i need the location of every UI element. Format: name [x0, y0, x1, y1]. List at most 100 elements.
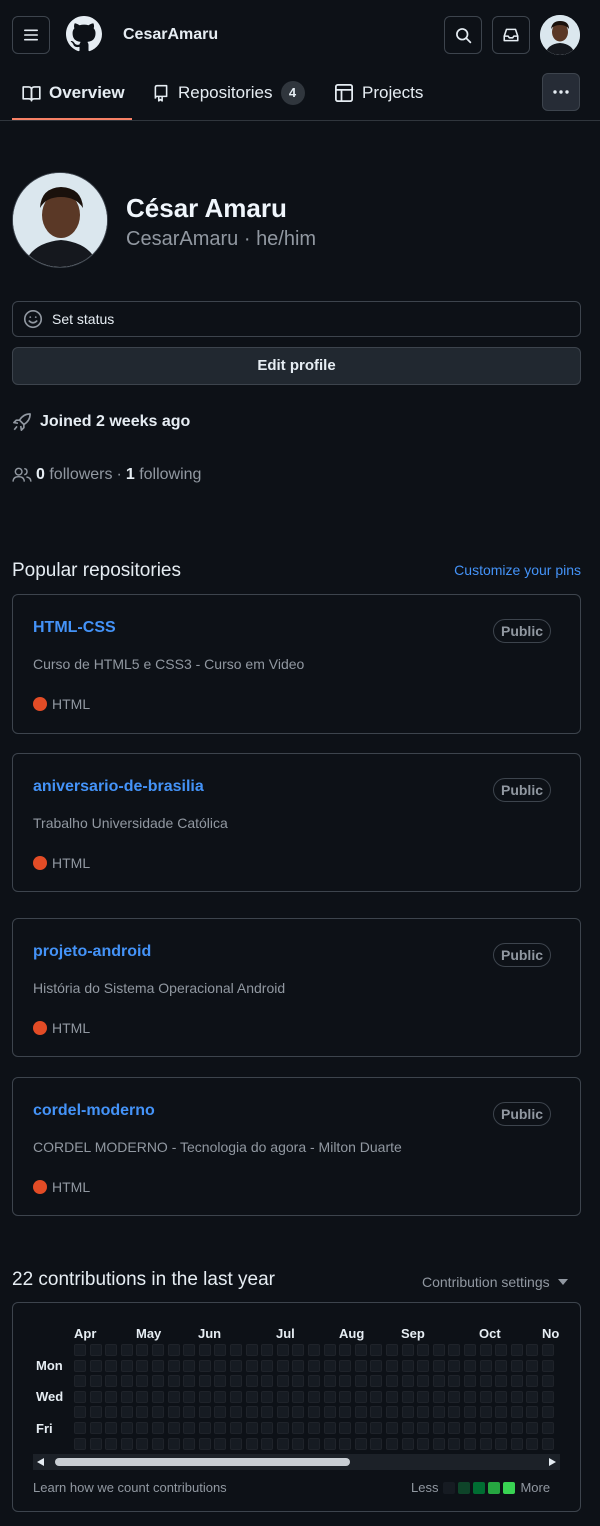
- contribution-day-cell[interactable]: [120, 1422, 133, 1434]
- contribution-day-cell[interactable]: [74, 1422, 86, 1434]
- contribution-day-cell[interactable]: [261, 1359, 274, 1372]
- contribution-day-cell[interactable]: [167, 1344, 180, 1356]
- contribution-day-cell[interactable]: [542, 1375, 554, 1388]
- contribution-day-cell[interactable]: [386, 1406, 398, 1419]
- following-link[interactable]: 1 following: [126, 466, 202, 484]
- contribution-day-cell[interactable]: [120, 1344, 133, 1356]
- contribution-day-cell[interactable]: [214, 1359, 227, 1372]
- contribution-day-cell[interactable]: [526, 1406, 539, 1419]
- contribution-day-cell[interactable]: [74, 1437, 86, 1450]
- contribution-day-cell[interactable]: [167, 1375, 180, 1388]
- contribution-day-cell[interactable]: [464, 1375, 476, 1388]
- repo-name-link[interactable]: cordel-moderno: [33, 1102, 155, 1120]
- contribution-day-cell[interactable]: [510, 1344, 523, 1356]
- contribution-day-cell[interactable]: [417, 1406, 430, 1419]
- contribution-day-cell[interactable]: [292, 1344, 305, 1356]
- contribution-day-cell[interactable]: [245, 1344, 258, 1356]
- contribution-day-cell[interactable]: [245, 1375, 258, 1388]
- contribution-day-cell[interactable]: [136, 1375, 149, 1388]
- github-logo-icon[interactable]: [66, 16, 102, 52]
- contribution-day-cell[interactable]: [167, 1437, 180, 1450]
- contribution-day-cell[interactable]: [89, 1406, 102, 1419]
- contribution-day-cell[interactable]: [245, 1406, 258, 1419]
- contribution-day-cell[interactable]: [464, 1390, 476, 1403]
- contribution-day-cell[interactable]: [292, 1390, 305, 1403]
- contribution-day-cell[interactable]: [120, 1406, 133, 1419]
- contribution-day-cell[interactable]: [105, 1406, 118, 1419]
- contribution-day-cell[interactable]: [105, 1437, 118, 1450]
- contribution-day-cell[interactable]: [417, 1359, 430, 1372]
- contribution-day-cell[interactable]: [105, 1359, 118, 1372]
- contribution-day-cell[interactable]: [89, 1375, 102, 1388]
- contribution-day-cell[interactable]: [214, 1422, 227, 1434]
- contribution-day-cell[interactable]: [214, 1406, 227, 1419]
- contribution-day-cell[interactable]: [339, 1344, 352, 1356]
- contribution-day-cell[interactable]: [152, 1422, 164, 1434]
- contribution-day-cell[interactable]: [152, 1359, 164, 1372]
- contribution-day-cell[interactable]: [354, 1390, 367, 1403]
- contribution-day-cell[interactable]: [198, 1344, 211, 1356]
- contribution-day-cell[interactable]: [167, 1406, 180, 1419]
- contribution-day-cell[interactable]: [152, 1375, 164, 1388]
- contribution-day-cell[interactable]: [417, 1344, 430, 1356]
- contribution-day-cell[interactable]: [261, 1344, 274, 1356]
- contribution-day-cell[interactable]: [276, 1390, 289, 1403]
- contribution-day-cell[interactable]: [495, 1344, 508, 1356]
- contribution-day-cell[interactable]: [401, 1344, 414, 1356]
- contribution-day-cell[interactable]: [74, 1359, 86, 1372]
- contribution-day-cell[interactable]: [542, 1422, 554, 1434]
- contribution-day-cell[interactable]: [339, 1375, 352, 1388]
- learn-contributions-link[interactable]: Learn how we count contributions: [33, 1480, 227, 1495]
- contribution-day-cell[interactable]: [276, 1437, 289, 1450]
- contribution-day-cell[interactable]: [245, 1390, 258, 1403]
- contribution-day-cell[interactable]: [432, 1422, 445, 1434]
- contribution-day-cell[interactable]: [292, 1422, 305, 1434]
- contribution-day-cell[interactable]: [74, 1375, 86, 1388]
- contribution-day-cell[interactable]: [464, 1359, 476, 1372]
- contribution-day-cell[interactable]: [495, 1375, 508, 1388]
- contribution-day-cell[interactable]: [120, 1437, 133, 1450]
- contribution-day-cell[interactable]: [354, 1422, 367, 1434]
- followers-link[interactable]: 0 followers: [36, 466, 113, 484]
- contribution-day-cell[interactable]: [105, 1390, 118, 1403]
- graph-scrollbar[interactable]: [33, 1454, 560, 1470]
- contribution-day-cell[interactable]: [245, 1359, 258, 1372]
- contribution-day-cell[interactable]: [448, 1344, 461, 1356]
- contribution-day-cell[interactable]: [120, 1390, 133, 1403]
- more-options-button[interactable]: [542, 73, 580, 111]
- contribution-day-cell[interactable]: [308, 1406, 320, 1419]
- contribution-day-cell[interactable]: [339, 1437, 352, 1450]
- contribution-day-cell[interactable]: [214, 1375, 227, 1388]
- contribution-day-cell[interactable]: [495, 1406, 508, 1419]
- contribution-day-cell[interactable]: [432, 1406, 445, 1419]
- contribution-day-cell[interactable]: [245, 1437, 258, 1450]
- contribution-day-cell[interactable]: [261, 1375, 274, 1388]
- contribution-day-cell[interactable]: [510, 1390, 523, 1403]
- contribution-day-cell[interactable]: [276, 1406, 289, 1419]
- contribution-day-cell[interactable]: [370, 1437, 383, 1450]
- contribution-day-cell[interactable]: [120, 1359, 133, 1372]
- contribution-day-cell[interactable]: [401, 1422, 414, 1434]
- contribution-day-cell[interactable]: [183, 1344, 196, 1356]
- contribution-day-cell[interactable]: [479, 1344, 492, 1356]
- contribution-day-cell[interactable]: [152, 1406, 164, 1419]
- contribution-day-cell[interactable]: [542, 1406, 554, 1419]
- contribution-day-cell[interactable]: [354, 1437, 367, 1450]
- contribution-day-cell[interactable]: [214, 1390, 227, 1403]
- contribution-day-cell[interactable]: [152, 1437, 164, 1450]
- contribution-day-cell[interactable]: [230, 1406, 242, 1419]
- contribution-day-cell[interactable]: [464, 1406, 476, 1419]
- contribution-day-cell[interactable]: [370, 1344, 383, 1356]
- scrollbar-thumb[interactable]: [55, 1458, 350, 1466]
- contribution-day-cell[interactable]: [323, 1359, 336, 1372]
- contribution-day-cell[interactable]: [105, 1344, 118, 1356]
- contribution-day-cell[interactable]: [230, 1437, 242, 1450]
- contribution-day-cell[interactable]: [167, 1390, 180, 1403]
- contribution-day-cell[interactable]: [183, 1390, 196, 1403]
- contribution-day-cell[interactable]: [417, 1375, 430, 1388]
- contribution-day-cell[interactable]: [526, 1344, 539, 1356]
- contribution-day-cell[interactable]: [479, 1406, 492, 1419]
- edit-profile-button[interactable]: Edit profile: [12, 347, 581, 385]
- contribution-day-cell[interactable]: [495, 1359, 508, 1372]
- contribution-day-cell[interactable]: [183, 1359, 196, 1372]
